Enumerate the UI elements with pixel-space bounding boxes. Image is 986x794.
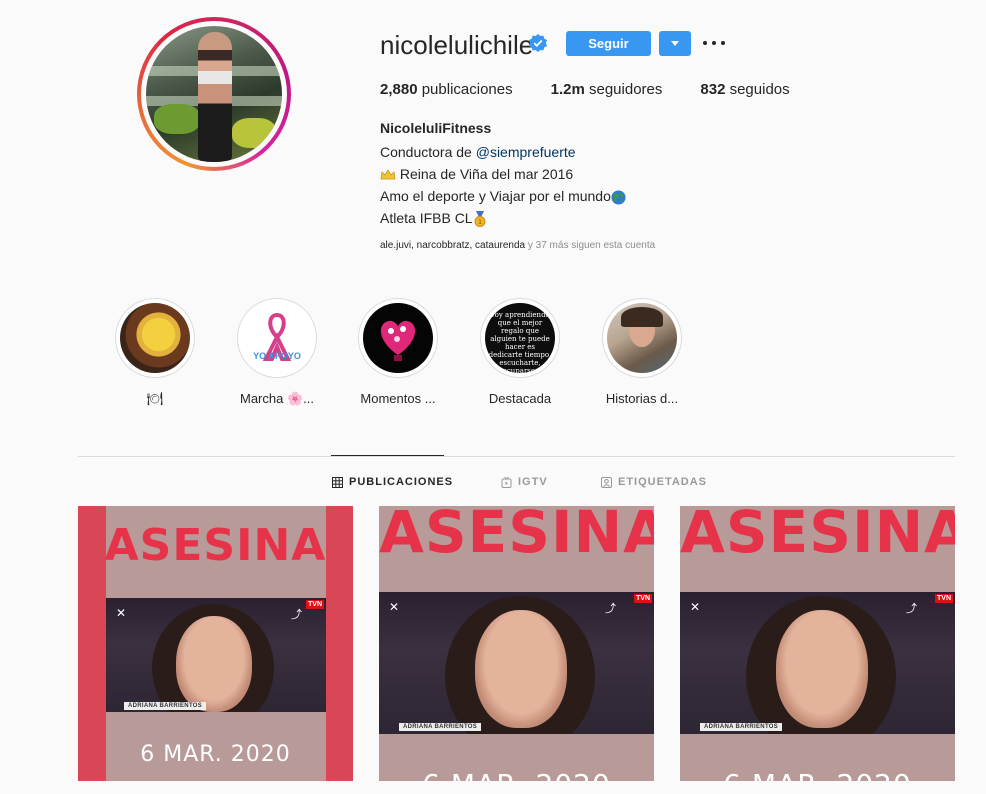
highlight-label: Marcha 🌸...: [240, 391, 314, 406]
awareness-ribbon-icon: YO APOYO: [253, 312, 301, 361]
story-highlight[interactable]: 🍽: [112, 298, 198, 407]
share-icon: ⤴: [291, 609, 302, 621]
tab-igtv[interactable]: IGTV: [501, 476, 548, 488]
profile-bio: Conductora de @siemprefuerte Reina de Vi…: [380, 141, 626, 229]
post-title-text: ASESINA: [379, 506, 654, 566]
post-title-text: ASESINA: [680, 506, 955, 566]
story-highlight[interactable]: Momentos ...: [355, 298, 441, 406]
tv-channel-logo: TVN: [935, 594, 953, 603]
highlight-cover: [607, 303, 677, 373]
profile-stats: 2,880 publicaciones 1.2m seguidores 832 …: [380, 81, 828, 98]
post-date-text: 6 MAR. 2020: [680, 768, 955, 781]
more-options-icon[interactable]: [703, 34, 725, 52]
heart-collage-icon: [380, 320, 416, 361]
tab-etiquetadas[interactable]: ETIQUETADAS: [601, 476, 707, 488]
profile-username: nicolelulichile: [380, 30, 534, 60]
post-thumbnail[interactable]: ASESINA ✕ ⤴ TVN ADRIANA BARRIENTOS 6 MAR…: [78, 506, 353, 781]
close-icon: ✕: [389, 600, 400, 614]
verified-badge-icon: [529, 34, 547, 52]
crown-icon: [380, 169, 396, 180]
bio-mention-link[interactable]: @siemprefuerte: [476, 144, 576, 160]
chevron-down-icon: [671, 41, 679, 46]
story-highlight[interactable]: Voy aprendiendo que el mejor regalo que …: [477, 298, 563, 406]
tv-channel-logo: TVN: [634, 594, 652, 603]
post-thumbnail[interactable]: ASESINA ✕ ⤴ TVN ADRIANA BARRIENTOS 6 MAR…: [379, 506, 654, 781]
close-icon: ✕: [116, 606, 127, 620]
share-icon: ⤴: [906, 603, 917, 615]
highlight-cover: [120, 303, 190, 373]
post-title-text: ASESINA: [104, 520, 327, 571]
highlight-cover: YO APOYO: [242, 303, 312, 373]
medal-icon: 1: [474, 211, 486, 228]
post-date-text: 6 MAR. 2020: [140, 742, 291, 767]
highlight-label: Momentos ...: [360, 391, 436, 406]
story-highlight[interactable]: Historias d...: [599, 298, 685, 406]
video-caption: ADRIANA BARRIENTOS: [399, 723, 482, 731]
tab-publicaciones[interactable]: PUBLICACIONES: [332, 476, 453, 488]
video-caption: ADRIANA BARRIENTOS: [124, 702, 207, 710]
highlight-cover: [363, 303, 433, 373]
profile-full-name: NicoleluliFitness: [380, 120, 492, 136]
highlight-label: Historias d...: [605, 391, 679, 406]
tv-channel-logo: TVN: [306, 600, 324, 609]
tv-icon: [501, 476, 512, 488]
video-caption: ADRIANA BARRIENTOS: [700, 723, 783, 731]
tabs-divider: [78, 456, 955, 457]
avatar-photo: [146, 26, 282, 162]
followed-by-text[interactable]: ale.juvi, narcobbratz, cataurenda y 37 m…: [380, 240, 655, 251]
stat-followers[interactable]: 1.2m seguidores: [551, 81, 663, 98]
highlight-cover: Voy aprendiendo que el mejor regalo que …: [485, 303, 555, 373]
post-video-frame: ✕ ⤴ TVN ADRIANA BARRIENTOS: [106, 598, 326, 712]
stat-posts: 2,880 publicaciones: [380, 81, 513, 98]
grid-icon: [332, 476, 343, 488]
tag-icon: [601, 476, 612, 488]
active-tab-indicator: [331, 455, 444, 456]
svg-text:YO APOYO: YO APOYO: [253, 351, 301, 361]
post-video-frame: ✕ ⤴ TVN ADRIANA BARRIENTOS: [680, 592, 955, 734]
post-date-text: 6 MAR. 2020: [379, 768, 654, 781]
follow-button[interactable]: Seguir: [566, 31, 651, 56]
share-icon: ⤴: [605, 603, 616, 615]
globe-icon: [611, 190, 626, 205]
close-icon: ✕: [690, 600, 701, 614]
stat-following[interactable]: 832 seguidos: [700, 81, 789, 98]
post-thumbnail[interactable]: ASESINA ✕ ⤴ TVN ADRIANA BARRIENTOS 6 MAR…: [680, 506, 955, 781]
suggestions-dropdown-button[interactable]: [659, 31, 691, 56]
story-highlight[interactable]: YO APOYO Marcha 🌸...: [234, 298, 320, 407]
post-video-frame: ✕ ⤴ TVN ADRIANA BARRIENTOS: [379, 592, 654, 734]
highlight-label: 🍽: [146, 391, 164, 406]
svg-text:1: 1: [478, 219, 482, 226]
highlight-label: Destacada: [488, 391, 552, 406]
profile-avatar[interactable]: [137, 17, 291, 171]
